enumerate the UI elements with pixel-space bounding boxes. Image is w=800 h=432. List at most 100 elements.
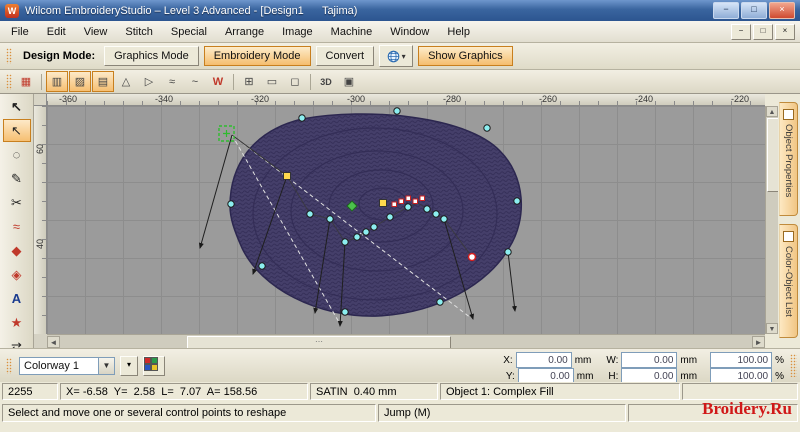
status-spacer xyxy=(682,383,798,400)
palette-button[interactable] xyxy=(143,355,165,376)
motif-star-icon[interactable]: ★ xyxy=(3,311,31,334)
unit-label: mm xyxy=(574,354,592,366)
mdi-minimize-button[interactable]: − xyxy=(731,23,751,40)
tab-label: Color-Object List xyxy=(783,246,794,317)
tab-label: Object Properties xyxy=(783,124,794,198)
toolbar-grip[interactable] xyxy=(6,73,12,90)
tab-object-properties[interactable]: Object Properties xyxy=(779,102,798,216)
horizontal-scrollbar[interactable]: ◄ ⋯ ► xyxy=(47,334,765,349)
panel-icon xyxy=(783,109,794,120)
colorway-value: Colorway 1 xyxy=(24,359,80,372)
maximize-button[interactable]: □ xyxy=(741,2,767,19)
ruler-label: -280 xyxy=(443,94,462,104)
horizontal-ruler: -360 -340 -320 -300 -280 -260 -240 -220 xyxy=(47,94,765,106)
h-label: H: xyxy=(608,370,619,382)
connectors-icon[interactable]: ▤ xyxy=(92,71,114,92)
colorway-select[interactable]: Colorway 1 ▼ xyxy=(19,356,115,375)
unit-label: mm xyxy=(576,370,594,382)
embroidery-mode-button[interactable]: Embroidery Mode xyxy=(203,46,311,66)
jump-stitch-icon[interactable]: ~ xyxy=(184,71,206,92)
menu-item-window[interactable]: Window xyxy=(381,23,438,41)
title-bar[interactable]: W Wilcom EmbroideryStudio – Level 3 Adva… xyxy=(0,0,800,21)
menu-item-edit[interactable]: Edit xyxy=(38,23,75,41)
menu-item-stitch[interactable]: Stitch xyxy=(116,23,162,41)
colorway-menu-button[interactable]: ▾ xyxy=(120,355,138,376)
stitch-angles-icon[interactable]: ▨ xyxy=(69,71,91,92)
exit-point-marker[interactable] xyxy=(467,252,477,262)
scroll-left-icon[interactable]: ◄ xyxy=(47,336,60,348)
ruler-label: -220 xyxy=(731,94,750,104)
percent-label: % xyxy=(775,354,784,366)
scroll-right-icon[interactable]: ► xyxy=(752,336,765,348)
slow-redraw-icon[interactable]: ▷ xyxy=(138,71,160,92)
menu-item-machine[interactable]: Machine xyxy=(322,23,382,41)
vertical-scrollbar[interactable]: ▲ ▼ xyxy=(765,106,779,334)
minimize-button[interactable]: − xyxy=(713,2,739,19)
reshape-object-icon[interactable]: ↖ xyxy=(2,119,31,142)
run-stitch-icon[interactable]: ≈ xyxy=(3,215,31,238)
machine-functions-icon[interactable]: △ xyxy=(115,71,137,92)
design-window-icon[interactable]: ▦ xyxy=(15,71,37,92)
show-graphics-button[interactable]: Show Graphics xyxy=(418,46,513,66)
x-input[interactable] xyxy=(515,352,572,368)
hoop-globe-dropdown[interactable]: ▾ xyxy=(379,45,414,67)
menu-item-image[interactable]: Image xyxy=(273,23,322,41)
zoom-box-icon[interactable]: ▣ xyxy=(338,71,360,92)
y-label: Y: xyxy=(505,370,515,382)
design-mode-label: Design Mode: xyxy=(23,50,96,62)
fill-stitch-icon[interactable]: ◆ xyxy=(3,239,31,262)
globe-icon xyxy=(387,50,399,62)
scroll-down-icon[interactable]: ▼ xyxy=(766,323,778,334)
tab-color-object-list[interactable]: Color-Object List xyxy=(779,224,798,338)
ruler-label: -320 xyxy=(251,94,270,104)
chevron-down-icon[interactable]: ▼ xyxy=(98,357,114,374)
needle-points-icon[interactable]: ▥ xyxy=(46,71,68,92)
width-input[interactable] xyxy=(621,352,678,368)
lettering-icon[interactable]: A xyxy=(3,287,31,310)
mdi-window-controls: − □ × xyxy=(731,23,798,40)
selected-object-info: Object 1: Complex Fill xyxy=(440,383,680,400)
rulers-icon[interactable]: ▭ xyxy=(261,71,283,92)
app-icon: W xyxy=(5,3,19,18)
ruler-corner xyxy=(34,94,47,106)
design-canvas[interactable] xyxy=(47,106,765,334)
wilcom-w-icon[interactable]: W xyxy=(207,71,229,92)
grid-icon[interactable]: ⊞ xyxy=(238,71,260,92)
menu-item-help[interactable]: Help xyxy=(438,23,479,41)
docked-panel-tabs: Object Properties Color-Object List xyxy=(778,94,800,348)
close-button[interactable]: × xyxy=(769,2,795,19)
menu-item-view[interactable]: View xyxy=(75,23,117,41)
select-polygon-icon[interactable]: ◌ xyxy=(3,143,31,166)
status-bar: 2255 X= -6.58 Y= 2.58 L= 7.07 A= 158.56 … xyxy=(0,382,800,403)
ruler-label: -300 xyxy=(347,94,366,104)
toolbar-grip[interactable] xyxy=(790,354,797,377)
panel-icon xyxy=(783,231,794,242)
scale-x-input[interactable] xyxy=(710,352,773,368)
palette-icon xyxy=(144,356,158,371)
mdi-close-button[interactable]: × xyxy=(775,23,795,40)
prompt-message: Select and move one or several control p… xyxy=(2,404,376,422)
window-title: Wilcom EmbroideryStudio – Level 3 Advanc… xyxy=(25,4,358,17)
pen-digitize-icon[interactable]: ✎ xyxy=(3,167,31,190)
convert-button[interactable]: Convert xyxy=(315,46,375,66)
menu-item-file[interactable]: File xyxy=(2,23,38,41)
scissors-icon[interactable]: ✂ xyxy=(3,191,31,214)
select-object-icon[interactable]: ↖ xyxy=(3,95,31,118)
graphics-mode-button[interactable]: Graphics Mode xyxy=(104,46,199,66)
unit-label: mm xyxy=(680,370,698,382)
toolbar-grip[interactable] xyxy=(6,48,12,64)
stitch-count: 2255 xyxy=(2,383,58,400)
percent-label: % xyxy=(775,370,784,382)
pointer-position: X= -6.58 Y= 2.58 L= 7.07 A= 158.56 xyxy=(60,383,308,400)
toolbar-separator xyxy=(41,73,42,90)
hoop-icon[interactable]: ◻ xyxy=(284,71,306,92)
toolbar-grip[interactable] xyxy=(6,357,12,374)
menu-item-special[interactable]: Special xyxy=(162,23,216,41)
complex-fill-icon[interactable]: ◈ xyxy=(3,263,31,286)
scroll-up-icon[interactable]: ▲ xyxy=(766,106,778,117)
stitch-wave-icon[interactable]: ≈ xyxy=(161,71,183,92)
3d-view-icon[interactable]: 3D xyxy=(315,71,337,92)
w-label: W: xyxy=(606,354,619,366)
mdi-restore-button[interactable]: □ xyxy=(753,23,773,40)
menu-item-arrange[interactable]: Arrange xyxy=(216,23,273,41)
